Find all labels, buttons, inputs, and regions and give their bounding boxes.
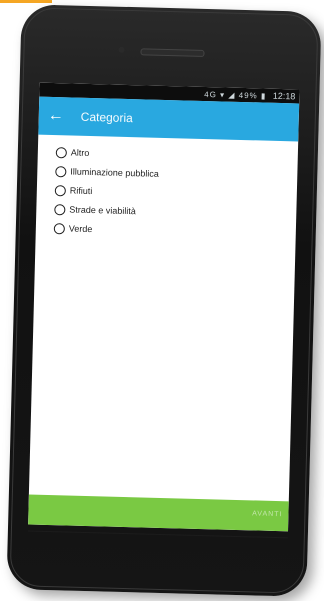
radio-unchecked-icon[interactable] [55,165,67,177]
next-button[interactable]: AVANTI [252,510,282,518]
radio-unchecked-icon[interactable] [54,203,66,215]
category-label: Verde [68,223,93,235]
radio-unchecked-icon[interactable] [53,222,65,234]
page-title: Categoria [80,109,133,126]
category-label: Illuminazione pubblica [70,166,160,179]
status-time: 12:18 [272,90,296,102]
category-list: Altro Illuminazione pubblica Rifiuti Str… [36,135,299,244]
status-icons: 4G ▾ ◢ 49% ▮ [204,89,267,101]
radio-unchecked-icon[interactable] [55,146,67,158]
phone-screen: 4G ▾ ◢ 49% ▮ 12:18 ← Categoria Altro Ill… [28,82,300,532]
accent-line [0,0,52,3]
back-arrow-icon[interactable]: ← [39,107,73,126]
category-label: Rifiuti [69,185,93,197]
radio-unchecked-icon[interactable] [54,184,66,196]
phone-frame: 4G ▾ ◢ 49% ▮ 12:18 ← Categoria Altro Ill… [6,4,322,597]
category-label: Altro [70,147,90,158]
category-label: Strade e viabilità [69,204,137,217]
